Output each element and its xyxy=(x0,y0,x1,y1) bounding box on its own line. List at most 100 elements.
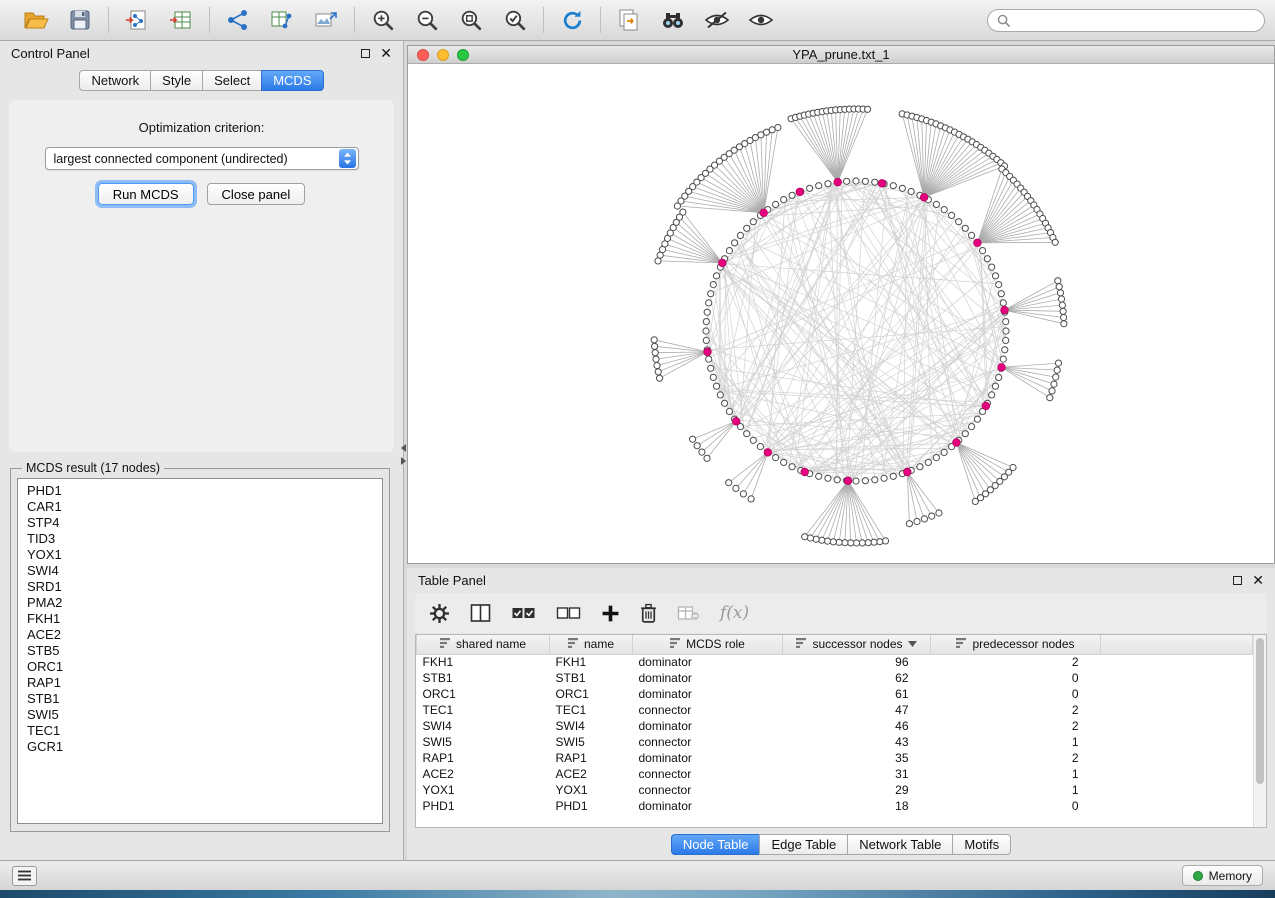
mcds-result-node[interactable]: STP4 xyxy=(27,515,373,531)
unselect-all-columns-button[interactable] xyxy=(556,606,581,620)
close-table-panel-icon[interactable]: ✕ xyxy=(1252,573,1264,587)
table-scrollbar[interactable] xyxy=(1253,635,1266,827)
cell-shared_name: SWI4 xyxy=(417,718,550,734)
import-table-button[interactable] xyxy=(165,5,197,35)
mcds-result-node[interactable]: SWI4 xyxy=(27,563,373,579)
mcds-result-node[interactable]: PMA2 xyxy=(27,595,373,611)
show-columns-button[interactable] xyxy=(470,604,491,622)
create-column-button[interactable] xyxy=(601,604,620,623)
open-session-button[interactable] xyxy=(20,5,52,35)
network-title: YPA_prune.txt_1 xyxy=(792,47,889,62)
mcds-tab-pane: Optimization criterion: largest connecte… xyxy=(9,100,394,452)
float-table-panel-icon[interactable] xyxy=(1233,576,1242,585)
clone-network-button[interactable] xyxy=(613,5,645,35)
cell-predecessor_nodes: 1 xyxy=(931,782,1101,798)
zoom-in-icon xyxy=(371,8,396,33)
mcds-result-node[interactable]: SWI5 xyxy=(27,707,373,723)
close-panel-button[interactable]: Close panel xyxy=(207,183,306,205)
search-input[interactable] xyxy=(1015,13,1255,27)
column-header-name[interactable]: name xyxy=(550,635,633,654)
memory-button[interactable]: Memory xyxy=(1182,865,1263,886)
dropdown-stepper-icon xyxy=(339,149,356,168)
window-close-button[interactable] xyxy=(417,49,429,61)
zoom-selected-icon xyxy=(503,8,528,33)
tab-mcds[interactable]: MCDS xyxy=(261,70,323,91)
mcds-result-list[interactable]: PHD1CAR1STP4TID3YOX1SWI4SRD1PMA2FKH1ACE2… xyxy=(17,478,383,824)
mcds-result-node[interactable]: SRD1 xyxy=(27,579,373,595)
tab-motifs[interactable]: Motifs xyxy=(952,834,1011,855)
zoom-out-button[interactable] xyxy=(411,5,443,35)
hide-graphics-details-button[interactable] xyxy=(701,5,733,35)
select-all-columns-button[interactable] xyxy=(511,606,536,620)
mcds-result-node[interactable]: ACE2 xyxy=(27,627,373,643)
save-session-button[interactable] xyxy=(64,5,96,35)
tab-style[interactable]: Style xyxy=(150,70,202,91)
delete-table-icon xyxy=(677,605,700,621)
window-maximize-button[interactable] xyxy=(457,49,469,61)
table-row[interactable]: ORC1ORC1dominator610 xyxy=(417,686,1253,702)
collapse-left-icon[interactable] xyxy=(401,444,406,452)
panel-splitter[interactable] xyxy=(399,444,407,470)
column-header-predecessor-nodes[interactable]: predecessor nodes xyxy=(931,635,1101,654)
mcds-result-node[interactable]: GCR1 xyxy=(27,739,373,755)
mcds-result-node[interactable]: TEC1 xyxy=(27,723,373,739)
mcds-result-node[interactable]: STB5 xyxy=(27,643,373,659)
export-table-button[interactable] xyxy=(266,5,298,35)
zoom-fit-button[interactable] xyxy=(455,5,487,35)
mcds-result-node[interactable]: RAP1 xyxy=(27,675,373,691)
table-mode-button[interactable] xyxy=(429,603,450,624)
run-mcds-button[interactable]: Run MCDS xyxy=(98,183,194,205)
mcds-result-node[interactable]: STB1 xyxy=(27,691,373,707)
tab-select[interactable]: Select xyxy=(202,70,261,91)
plus-icon xyxy=(601,604,620,623)
mcds-result-node[interactable]: FKH1 xyxy=(27,611,373,627)
mcds-result-node[interactable]: YOX1 xyxy=(27,547,373,563)
tab-node-table[interactable]: Node Table xyxy=(671,834,760,855)
zoom-selected-button[interactable] xyxy=(499,5,531,35)
mcds-result-node[interactable]: ORC1 xyxy=(27,659,373,675)
criterion-dropdown[interactable]: largest connected component (undirected) xyxy=(45,147,359,170)
window-minimize-button[interactable] xyxy=(437,49,449,61)
column-header-MCDS-role[interactable]: MCDS role xyxy=(633,635,783,654)
table-row[interactable]: PHD1PHD1dominator180 xyxy=(417,798,1253,814)
refresh-view-button[interactable] xyxy=(556,5,588,35)
cell-name: RAP1 xyxy=(550,750,633,766)
delete-entries-button[interactable] xyxy=(640,603,657,624)
table-row[interactable]: RAP1RAP1dominator352 xyxy=(417,750,1253,766)
mcds-result-node[interactable]: PHD1 xyxy=(27,483,373,499)
search-network-button[interactable] xyxy=(657,5,689,35)
function-builder-button[interactable]: f(x) xyxy=(720,603,749,623)
tab-edge-table[interactable]: Edge Table xyxy=(759,834,847,855)
search-box[interactable] xyxy=(987,9,1265,32)
table-row[interactable]: SWI5SWI5connector431 xyxy=(417,734,1253,750)
tab-network-table[interactable]: Network Table xyxy=(847,834,952,855)
import-network-button[interactable] xyxy=(121,5,153,35)
scrollbar-thumb[interactable] xyxy=(1256,638,1264,784)
node-table-body: FKH1FKH1dominator962STB1STB1dominator620… xyxy=(417,654,1253,814)
export-image-button[interactable] xyxy=(310,5,342,35)
mcds-result-node[interactable]: CAR1 xyxy=(27,499,373,515)
tab-network[interactable]: Network xyxy=(79,70,150,91)
delete-table-button[interactable] xyxy=(677,605,700,621)
show-graphics-details-button[interactable] xyxy=(745,5,777,35)
table-row[interactable]: FKH1FKH1dominator962 xyxy=(417,654,1253,670)
new-network-button[interactable] xyxy=(222,5,254,35)
network-canvas[interactable] xyxy=(408,64,1274,563)
close-panel-icon[interactable]: ✕ xyxy=(380,46,392,60)
cell-predecessor_nodes: 2 xyxy=(931,654,1101,670)
table-row[interactable]: ACE2ACE2connector311 xyxy=(417,766,1253,782)
expand-right-icon[interactable] xyxy=(401,457,406,465)
table-row[interactable]: YOX1YOX1connector291 xyxy=(417,782,1253,798)
column-header-shared-name[interactable]: shared name xyxy=(417,635,550,654)
cell-name: SWI5 xyxy=(550,734,633,750)
network-window-titlebar[interactable]: YPA_prune.txt_1 xyxy=(408,46,1274,64)
status-menu-button[interactable] xyxy=(12,866,37,886)
table-row[interactable]: SWI4SWI4dominator462 xyxy=(417,718,1253,734)
column-sort-icon xyxy=(956,637,967,651)
column-header-successor-nodes[interactable]: successor nodes xyxy=(783,635,931,654)
float-panel-icon[interactable] xyxy=(361,49,370,58)
mcds-result-node[interactable]: TID3 xyxy=(27,531,373,547)
table-row[interactable]: TEC1TEC1connector472 xyxy=(417,702,1253,718)
zoom-in-button[interactable] xyxy=(367,5,399,35)
table-row[interactable]: STB1STB1dominator620 xyxy=(417,670,1253,686)
